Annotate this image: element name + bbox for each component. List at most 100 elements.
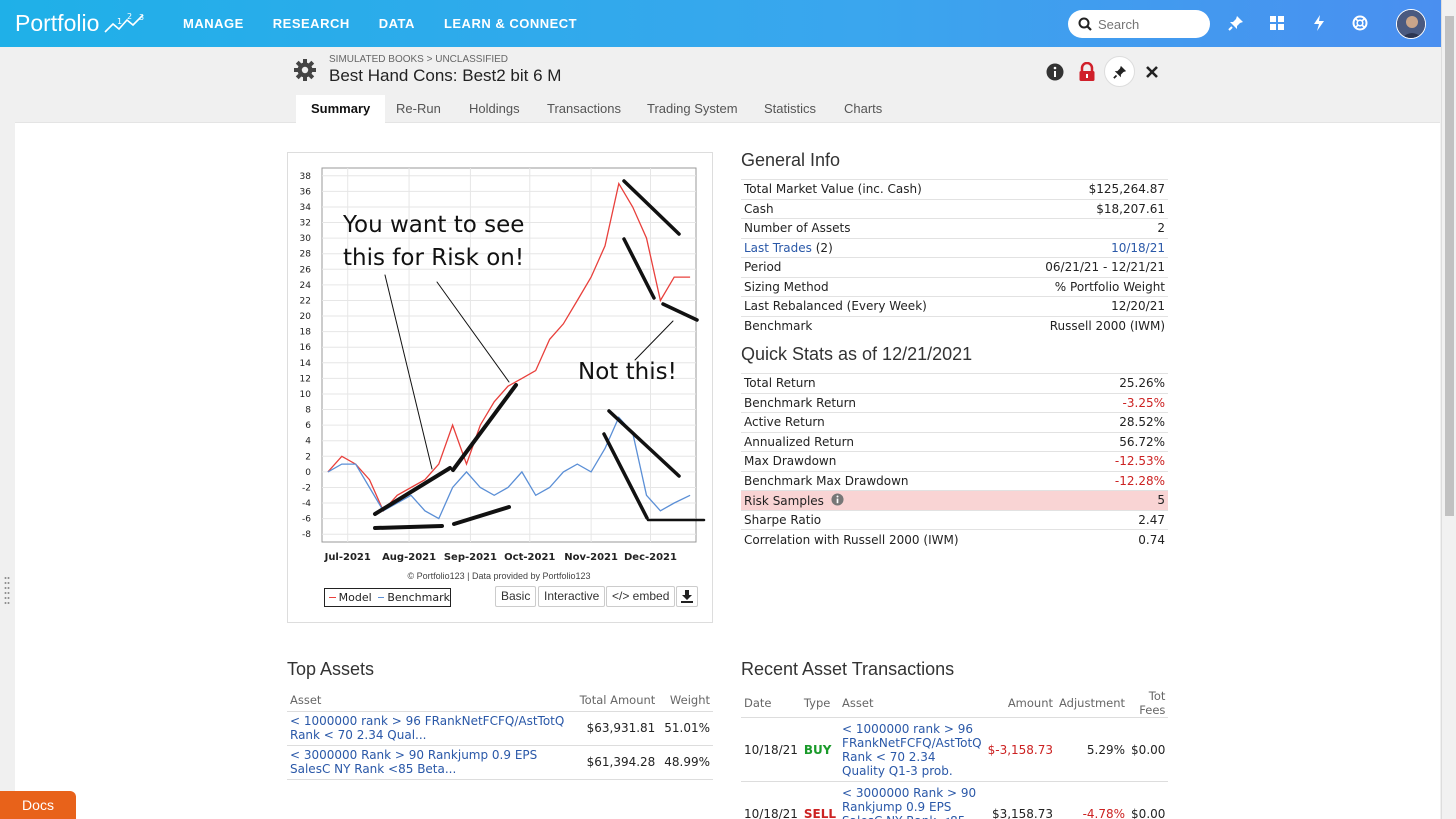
legend-model[interactable]: Model <box>339 591 372 604</box>
pin-icon <box>1112 65 1126 79</box>
column-header-adjustment[interactable]: Adjustment <box>1056 689 1129 718</box>
tab-re-run[interactable]: Re-Run <box>396 95 441 123</box>
y-tick-label: 38 <box>300 172 312 182</box>
column-header-date[interactable]: Date <box>741 689 801 718</box>
column-header-weight[interactable]: Weight <box>658 689 713 712</box>
nav-learn-connect[interactable]: LEARN & CONNECT <box>444 16 577 31</box>
y-tick-label: 22 <box>300 296 311 306</box>
asset-link[interactable]: < 3000000 Rank > 90 Rankjump 0.9 EPS Sal… <box>287 745 572 780</box>
table-row: Period 06/21/21 - 12/21/21 <box>741 257 1168 277</box>
svg-text:2: 2 <box>127 12 132 21</box>
y-tick-label: 16 <box>300 343 312 353</box>
nav-research[interactable]: RESEARCH <box>273 16 350 31</box>
quick-stats-title: Quick Stats as of 12/21/2021 <box>741 344 973 364</box>
tab-charts[interactable]: Charts <box>844 95 882 123</box>
y-tick-label: 10 <box>300 390 312 400</box>
performance-chart[interactable]: -8-6-4-202468101214161820222426283032343… <box>287 152 713 592</box>
tab-summary[interactable]: Summary <box>296 95 386 123</box>
column-header-total-amount[interactable]: Total Amount <box>572 689 659 712</box>
general-info-title: General Info <box>741 150 841 170</box>
gear-icon[interactable] <box>293 58 317 87</box>
search-input[interactable] <box>1098 16 1198 32</box>
y-tick-label: 28 <box>300 250 312 260</box>
search-box[interactable] <box>1068 10 1210 38</box>
y-tick-label: 14 <box>300 359 312 369</box>
embed-button[interactable]: </> embed <box>606 586 676 607</box>
column-header-type[interactable]: Type <box>800 689 840 718</box>
stat-value: 28.52% <box>1081 412 1168 432</box>
table-row: Benchmark Max Drawdown -12.28% <box>741 470 1168 491</box>
info-icon[interactable] <box>1045 62 1065 82</box>
y-tick-label: 36 <box>300 187 312 197</box>
info-label: Period <box>741 257 998 277</box>
apps-grid-icon[interactable] <box>1267 13 1287 33</box>
lightning-icon[interactable] <box>1309 13 1329 33</box>
tx-asset-link[interactable]: < 3000000 Rank > 90 Rankjump 0.9 EPS Sal… <box>839 781 985 819</box>
scrollbar-thumb[interactable] <box>1445 16 1454 516</box>
vertical-scrollbar[interactable] <box>1441 0 1456 819</box>
info-value: Russell 2000 (IWM) <box>997 315 1168 336</box>
general-info-table: Total Market Value (inc. Cash) $125,264.8… <box>741 179 1168 336</box>
quick-stats-table: Total Return 25.26% Benchmark Return -3.25… <box>741 373 1168 549</box>
y-tick-label: 34 <box>300 203 312 213</box>
tab-holdings[interactable]: Holdings <box>469 95 520 123</box>
legend-benchmark[interactable]: Benchmark <box>387 591 450 604</box>
resize-grip-icon[interactable] <box>4 575 10 605</box>
tab-statistics[interactable]: Statistics <box>764 95 816 123</box>
y-tick-label: 12 <box>300 374 311 384</box>
asset-link[interactable]: < 1000000 rank > 96 FRankNetFCFQ/AstTotQ… <box>287 711 572 746</box>
x-tick-label: Nov-2021 <box>564 552 618 563</box>
close-icon[interactable] <box>1142 62 1162 82</box>
stat-value: 2.47 <box>1081 509 1168 530</box>
stat-label: Benchmark Return <box>741 392 1082 413</box>
pin-icon[interactable] <box>1226 13 1246 33</box>
y-tick-label: 26 <box>300 265 312 275</box>
column-header-asset[interactable]: Asset <box>287 689 572 712</box>
lock-icon[interactable] <box>1077 62 1097 82</box>
column-header-asset[interactable]: Asset <box>839 689 985 718</box>
y-tick-label: -8 <box>302 530 311 540</box>
tx-asset-link[interactable]: < 1000000 rank > 96 FRankNetFCFQ/AstTotQ… <box>839 717 985 782</box>
user-avatar[interactable] <box>1396 9 1426 39</box>
info-icon[interactable] <box>831 493 844 506</box>
svg-text:1: 1 <box>117 17 122 26</box>
interactive-chart-button[interactable]: Interactive <box>538 586 606 607</box>
stat-value: 5 <box>1081 490 1168 510</box>
table-row: Number of Assets 2 <box>741 218 1168 238</box>
chart-legend: Model Benchmark <box>324 588 451 607</box>
content-panel <box>15 123 1440 819</box>
basic-chart-button[interactable]: Basic <box>495 586 537 607</box>
column-header-tot-fees[interactable]: Tot Fees <box>1128 689 1169 718</box>
nav-data[interactable]: DATA <box>379 16 415 31</box>
y-tick-label: 4 <box>305 437 311 447</box>
docs-button[interactable]: Docs <box>0 791 76 819</box>
stat-value: 0.74 <box>1081 529 1168 549</box>
tab-transactions[interactable]: Transactions <box>547 95 621 123</box>
annotation-not-this: Not this! <box>578 359 677 385</box>
y-tick-label: 30 <box>300 234 312 244</box>
nav-manage[interactable]: MANAGE <box>183 16 244 31</box>
info-value: 2 <box>997 218 1168 238</box>
info-label: Last Trades (2) <box>741 237 998 258</box>
legend-model-swatch <box>329 597 336 598</box>
download-button[interactable] <box>676 586 698 607</box>
stat-value: -3.25% <box>1081 392 1168 413</box>
tx-type-buy: BUY <box>800 717 840 782</box>
tx-adjustment: 5.29% <box>1056 717 1129 782</box>
last-trades-link[interactable]: Last Trades <box>744 241 812 255</box>
stat-value: 25.26% <box>1081 373 1168 393</box>
tx-amount: $3,158.73 <box>984 781 1057 819</box>
tab-trading-system[interactable]: Trading System <box>647 95 738 123</box>
breadcrumb[interactable]: SIMULATED BOOKS > UNCLASSIFIED <box>329 54 508 65</box>
brand-logo[interactable]: Portfolio 1 2 3 <box>15 10 183 37</box>
column-header-amount[interactable]: Amount <box>984 689 1057 718</box>
recent-transactions-table: Date Type Asset Amount Adjustment Tot Fe… <box>741 689 1169 819</box>
y-tick-label: -2 <box>302 483 311 493</box>
last-trades-date-link[interactable]: 10/18/21 <box>997 237 1168 258</box>
y-tick-label: 6 <box>305 421 311 431</box>
help-lifebuoy-icon[interactable] <box>1350 13 1370 33</box>
pin-button[interactable] <box>1104 56 1135 87</box>
asset-amount: $61,394.28 <box>572 745 659 780</box>
table-header-row: Asset Total Amount Weight <box>287 689 713 712</box>
y-tick-label: -4 <box>302 499 311 509</box>
